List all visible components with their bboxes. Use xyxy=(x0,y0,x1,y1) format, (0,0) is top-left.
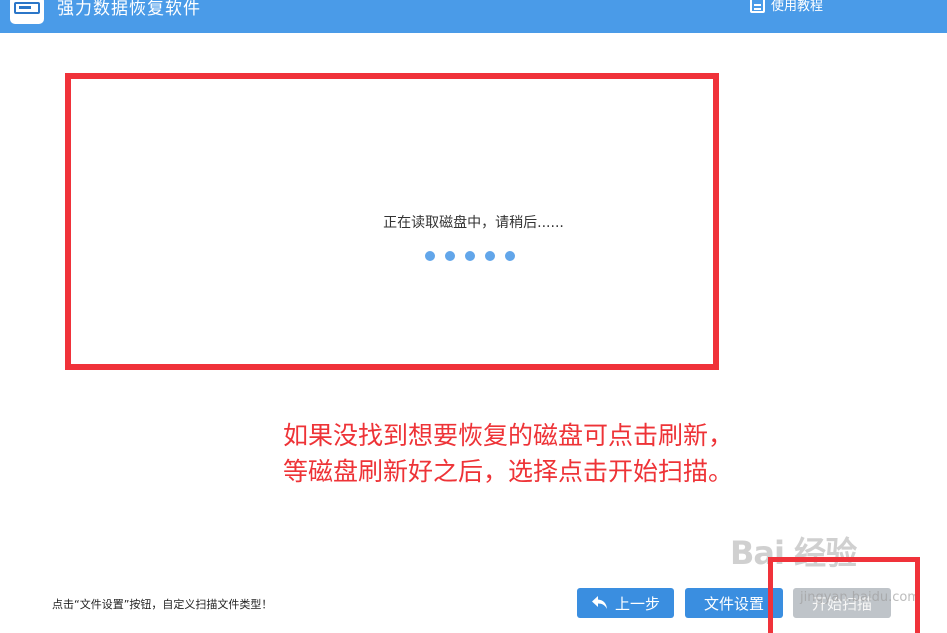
loading-dot xyxy=(445,251,455,261)
prev-step-button[interactable]: 上一步 xyxy=(577,588,674,618)
loading-message-text: 正在读取磁盘中，请稍后...... xyxy=(383,215,564,231)
loading-spinner xyxy=(425,251,515,261)
loading-dot xyxy=(465,251,475,261)
file-settings-hint: 点击“文件设置”按钮，自定义扫描文件类型！ xyxy=(52,598,273,611)
annotation-line-2: 等磁盘刷新好之后，选择点击开始扫描。 xyxy=(283,457,734,486)
loading-message: 正在读取磁盘中，请稍后...... xyxy=(0,212,947,232)
prev-step-label: 上一步 xyxy=(614,594,660,613)
help-tutorial-link[interactable]: 使用教程 xyxy=(750,0,823,14)
loading-dot xyxy=(425,251,435,261)
app-logo-icon xyxy=(10,0,44,24)
title-bar: 强力数据恢复软件 使用教程 xyxy=(0,0,947,33)
annotation-line-1: 如果没找到想要恢复的磁盘可点击刷新， xyxy=(283,421,734,450)
help-tutorial-label: 使用教程 xyxy=(771,0,824,14)
highlight-box-scan-button xyxy=(768,557,920,633)
instruction-annotation: 如果没找到想要恢复的磁盘可点击刷新， 等磁盘刷新好之后，选择点击开始扫描。 xyxy=(283,418,733,490)
document-icon xyxy=(750,0,765,13)
file-settings-label: 文件设置 xyxy=(703,594,764,613)
loading-dot xyxy=(485,251,495,261)
app-title: 强力数据恢复软件 xyxy=(57,0,201,19)
back-arrow-icon xyxy=(591,596,607,609)
loading-dot xyxy=(505,251,515,261)
